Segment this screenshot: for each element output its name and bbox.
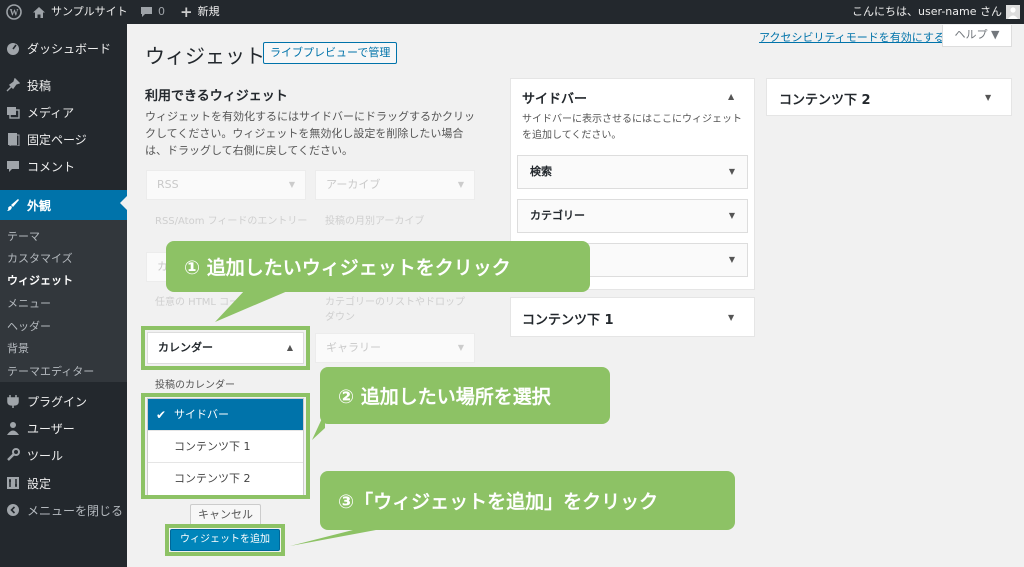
callout-step-2: ② 追加したい場所を選択 <box>320 367 610 424</box>
callout-1-tail <box>215 290 290 322</box>
callout-step-1: ① 追加したいウィジェットをクリック <box>166 241 590 292</box>
callout-step-3: ③「ウィジェットを追加」をクリック <box>320 471 735 530</box>
